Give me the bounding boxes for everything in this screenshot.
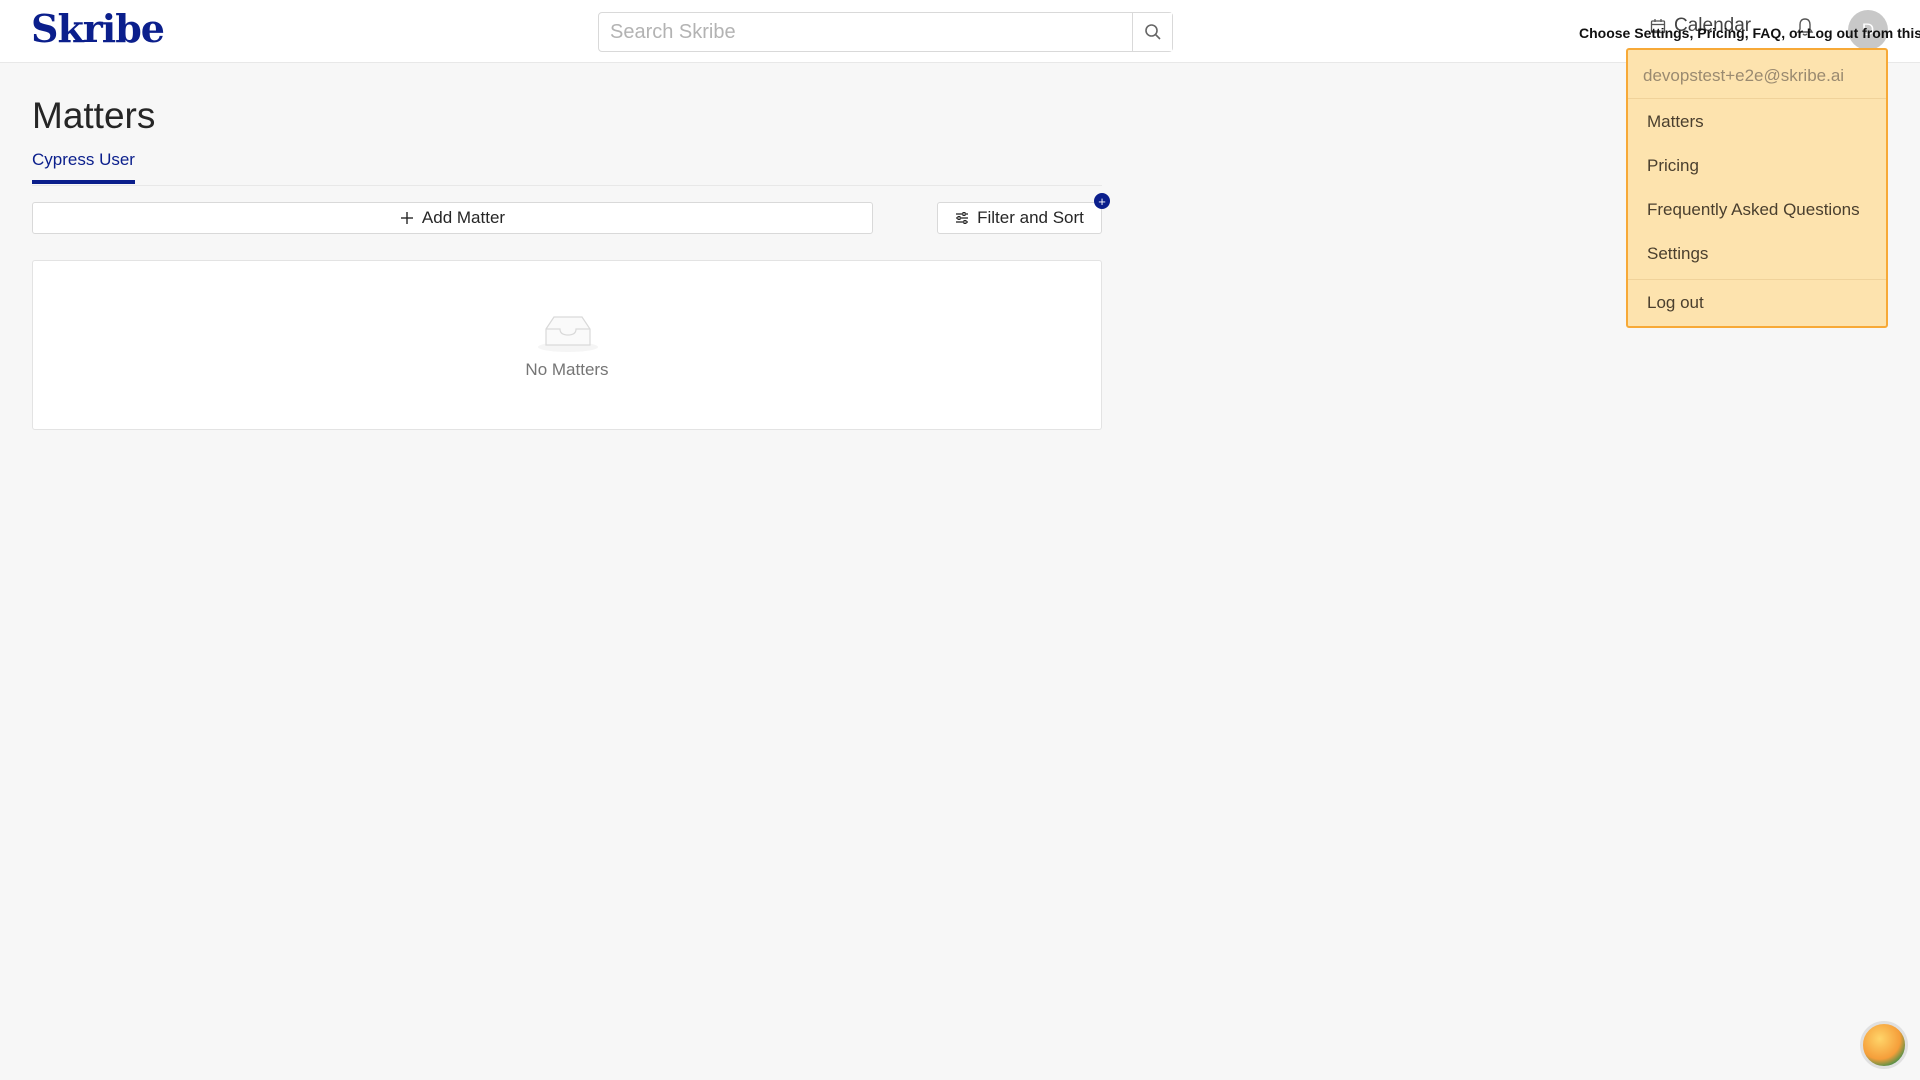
plus-icon [400, 212, 413, 224]
menu-item-faq[interactable]: Frequently Asked Questions [1647, 200, 1860, 220]
page-title: Matters [32, 95, 156, 136]
search-button[interactable] [1132, 13, 1172, 51]
empty-state-text: No Matters [525, 360, 609, 379]
menu-item-settings[interactable]: Settings [1647, 244, 1708, 264]
search-input[interactable] [599, 13, 1132, 51]
user-menu-tooltip: Choose Settings, Pricing, FAQ, or Log ou… [1579, 25, 1920, 41]
menu-item-pricing[interactable]: Pricing [1647, 156, 1699, 176]
user-menu-dropdown: devopstest+e2e@skribe.ai Matters Pricing… [1626, 48, 1888, 328]
sliders-icon [956, 212, 969, 224]
matters-tabs: Cypress User [32, 150, 1102, 186]
filter-and-sort-label: Filter and Sort [977, 208, 1084, 227]
matters-list-empty: No Matters [32, 260, 1102, 430]
search-bar [598, 12, 1173, 52]
add-matter-button[interactable]: Add Matter [32, 202, 873, 234]
menu-divider [1628, 98, 1886, 99]
search-icon [1144, 24, 1161, 40]
menu-item-matters[interactable]: Matters [1647, 112, 1704, 132]
assistant-widget-button[interactable] [1860, 1021, 1908, 1069]
empty-inbox-icon [538, 316, 598, 352]
filter-and-sort-button[interactable]: Filter and Sort [937, 202, 1102, 234]
user-email: devopstest+e2e@skribe.ai [1643, 66, 1845, 85]
add-matter-label: Add Matter [421, 208, 506, 227]
filter-badge: + [1094, 193, 1110, 209]
skribe-logo[interactable]: Skribe [31, 6, 165, 51]
menu-item-logout[interactable]: Log out [1647, 293, 1704, 313]
tab-cypress-user[interactable]: Cypress User [32, 150, 135, 184]
menu-divider [1628, 279, 1886, 280]
